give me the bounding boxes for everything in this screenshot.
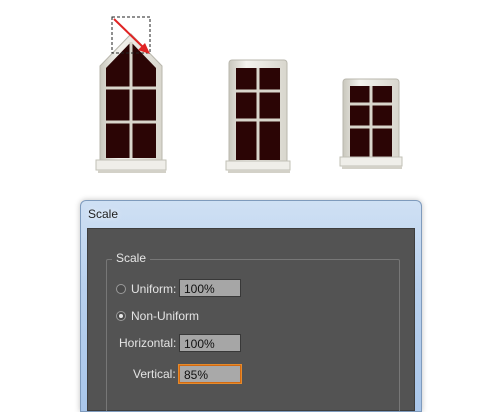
- dialog-body: Scale Uniform: 100% Non-Uniform Horizont…: [87, 228, 415, 411]
- horizontal-label: Horizontal:: [119, 336, 177, 350]
- vertical-input[interactable]: 85%: [179, 365, 241, 383]
- rect-window-graphic-tall: [225, 58, 296, 180]
- horizontal-input[interactable]: 100%: [179, 334, 241, 352]
- vertical-label: Vertical:: [133, 367, 176, 381]
- non-uniform-label: Non-Uniform: [131, 309, 200, 323]
- dialog-title: Scale: [88, 207, 119, 221]
- non-uniform-radio[interactable]: [116, 311, 126, 321]
- rect-window-graphic-short: [339, 77, 410, 177]
- uniform-input[interactable]: 100%: [179, 279, 241, 297]
- pointed-window-graphic: [94, 14, 174, 184]
- non-uniform-radio-option[interactable]: Non-Uniform: [116, 309, 199, 323]
- uniform-radio-option[interactable]: Uniform:: [116, 282, 176, 296]
- uniform-label: Uniform:: [131, 282, 177, 296]
- scale-dialog: Scale Scale Uniform: 100% Non-Uniform Ho…: [80, 200, 422, 412]
- uniform-radio[interactable]: [116, 284, 126, 294]
- scale-group-label: Scale: [112, 251, 151, 265]
- window-illustrations: [0, 0, 500, 190]
